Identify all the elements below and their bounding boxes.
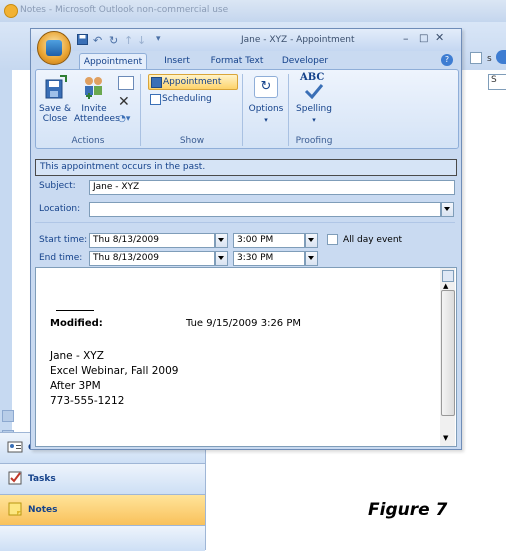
start-time-label: Start time: — [39, 235, 88, 245]
start-date-dropdown-icon[interactable] — [215, 233, 228, 248]
address-book-icon[interactable] — [118, 76, 134, 90]
scroll-up-icon[interactable]: ▲ — [443, 282, 448, 290]
scheduling-icon — [150, 94, 161, 105]
end-time-dropdown-icon[interactable] — [305, 251, 318, 266]
appointment-view-icon — [151, 77, 162, 88]
modified-value: Tue 9/15/2009 3:26 PM — [186, 318, 302, 329]
past-appointment-infobar: This appointment occurs in the past. — [35, 159, 457, 176]
recurrence-icon[interactable]: ◔▾ — [118, 114, 130, 124]
ribbon-separator — [288, 74, 289, 146]
previous-item-icon[interactable]: ↑ — [124, 34, 133, 47]
save-close-icon — [45, 75, 67, 99]
appointment-view-button[interactable]: Appointment — [148, 74, 238, 90]
subject-label: Subject: — [39, 181, 76, 191]
modified-label: Modified: — [50, 318, 103, 329]
nav-item-label: Notes — [28, 505, 58, 515]
nav-item-more[interactable] — [0, 525, 205, 551]
scroll-down-icon[interactable]: ▼ — [443, 434, 448, 442]
save-close-button[interactable]: Save & Close — [39, 72, 71, 134]
checkmark-icon — [304, 84, 324, 99]
note-line: 773-555-1212 — [50, 395, 125, 407]
notes-scrollbar[interactable]: ▲ ▼ — [440, 268, 455, 446]
options-button[interactable]: ↻ Options ▾ — [246, 72, 286, 146]
end-time-label: End time: — [39, 253, 83, 263]
spelling-label: Spelling — [296, 104, 332, 114]
office-button[interactable] — [37, 31, 71, 65]
scheduling-view-button[interactable]: Scheduling — [148, 92, 236, 106]
customize-qat-icon[interactable]: ▾ — [156, 34, 161, 44]
end-time-field[interactable]: 3:30 PM — [233, 251, 305, 266]
nav-item-tasks[interactable]: Tasks — [0, 463, 205, 494]
scheduling-view-label: Scheduling — [162, 94, 212, 104]
subject-field[interactable]: Jane - XYZ — [89, 180, 455, 195]
divider — [35, 222, 455, 223]
outlook-toolbar-partial-label: s — [487, 54, 492, 64]
save-icon[interactable] — [77, 34, 88, 48]
outlook-window-title: Notes - Microsoft Outlook non-commercial… — [20, 5, 229, 15]
end-date-dropdown-icon[interactable] — [215, 251, 228, 266]
help-icon[interactable]: ? — [441, 54, 453, 66]
tasks-icon — [8, 471, 22, 485]
location-label: Location: — [39, 204, 81, 214]
tab-developer[interactable]: Developer — [277, 53, 333, 69]
ribbon: Save & Close Invite Attendees ✕ ◔▾ Actio… — [35, 69, 459, 149]
appointment-window-title: Jane - XYZ - Appointment — [241, 35, 355, 45]
options-dropdown-icon: ▾ — [264, 116, 268, 124]
outlook-search-field[interactable]: S — [488, 74, 506, 90]
all-day-checkbox[interactable] — [327, 234, 338, 245]
proofing-group-label: Proofing — [295, 136, 333, 146]
appointment-view-label: Appointment — [163, 77, 222, 87]
note-line: Excel Webinar, Fall 2009 — [50, 365, 179, 377]
outlook-logo-icon — [4, 4, 18, 18]
tab-format-text[interactable]: Format Text — [207, 53, 267, 69]
start-time-dropdown-icon[interactable] — [305, 233, 318, 248]
notes-body[interactable]: Modified: Tue 9/15/2009 3:26 PM Jane - X… — [35, 267, 457, 447]
ruler-toggle-icon[interactable] — [442, 270, 454, 282]
note-line: Jane - XYZ — [50, 350, 104, 362]
location-field[interactable] — [89, 202, 441, 217]
outlook-dropdown-icon[interactable] — [470, 52, 482, 64]
maximize-icon[interactable]: □ — [419, 33, 428, 44]
actions-group-label: Actions — [71, 136, 105, 146]
spelling-button[interactable]: ABC Spelling ▾ — [292, 72, 336, 134]
invite-attendees-button[interactable]: Invite Attendees — [74, 72, 120, 134]
start-date-field[interactable]: Thu 8/13/2009 — [89, 233, 215, 248]
office-logo-icon — [46, 40, 62, 56]
next-item-icon[interactable]: ↓ — [137, 34, 146, 47]
start-time-field[interactable]: 3:00 PM — [233, 233, 305, 248]
redo-icon[interactable]: ↻ — [109, 34, 118, 47]
note-line: After 3PM — [50, 380, 101, 392]
separator-line — [56, 310, 94, 311]
invite-attendees-label: Invite Attendees — [74, 104, 120, 124]
notes-icon — [8, 502, 22, 516]
options-label: Options — [248, 104, 284, 114]
tab-insert[interactable]: Insert — [157, 53, 197, 69]
end-date-field[interactable]: Thu 8/13/2009 — [89, 251, 215, 266]
contacts-icon — [7, 441, 23, 453]
delete-icon[interactable]: ✕ — [118, 94, 130, 110]
save-close-label: Save & Close — [39, 104, 71, 124]
outlook-help-icon[interactable] — [496, 50, 506, 64]
abc-icon: ABC — [300, 72, 325, 83]
scrollbar-thumb[interactable] — [441, 290, 455, 416]
minimize-icon[interactable]: – — [403, 32, 409, 45]
ribbon-separator — [140, 74, 141, 146]
options-icon: ↻ — [254, 76, 278, 98]
undo-icon[interactable]: ↶ — [93, 34, 102, 47]
all-day-label: All day event — [343, 235, 403, 245]
nav-mail-icon[interactable] — [2, 410, 14, 422]
nav-item-notes[interactable]: Notes — [0, 494, 205, 525]
show-group-label: Show — [179, 136, 205, 146]
ribbon-separator — [242, 74, 243, 146]
close-icon[interactable]: ✕ — [435, 31, 444, 44]
appointment-window: ↶ ↻ ↑ ↓ ▾ Jane - XYZ - Appointment – □ ✕… — [30, 28, 462, 450]
invite-attendees-icon — [85, 77, 102, 99]
spelling-dropdown-icon: ▾ — [312, 116, 316, 124]
nav-item-label: Tasks — [28, 474, 56, 484]
tab-appointment[interactable]: Appointment — [79, 53, 147, 70]
location-dropdown-icon[interactable] — [441, 202, 454, 217]
figure-caption: Figure 7 — [368, 500, 448, 520]
